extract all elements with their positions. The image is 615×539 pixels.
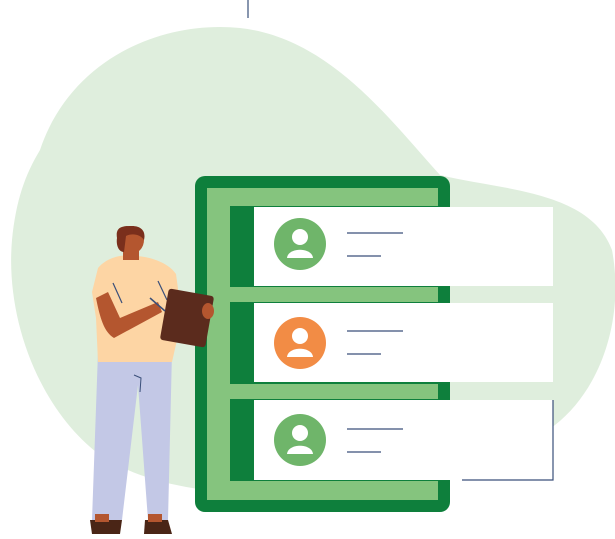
- user-avatar-icon: [274, 317, 326, 369]
- contact-card-1: [254, 207, 553, 286]
- contact-list-illustration: [11, 0, 615, 534]
- user-avatar-icon: [274, 218, 326, 270]
- contact-card-2: [254, 303, 553, 382]
- user-avatar-icon: [274, 414, 326, 466]
- contact-card-3: [254, 400, 554, 481]
